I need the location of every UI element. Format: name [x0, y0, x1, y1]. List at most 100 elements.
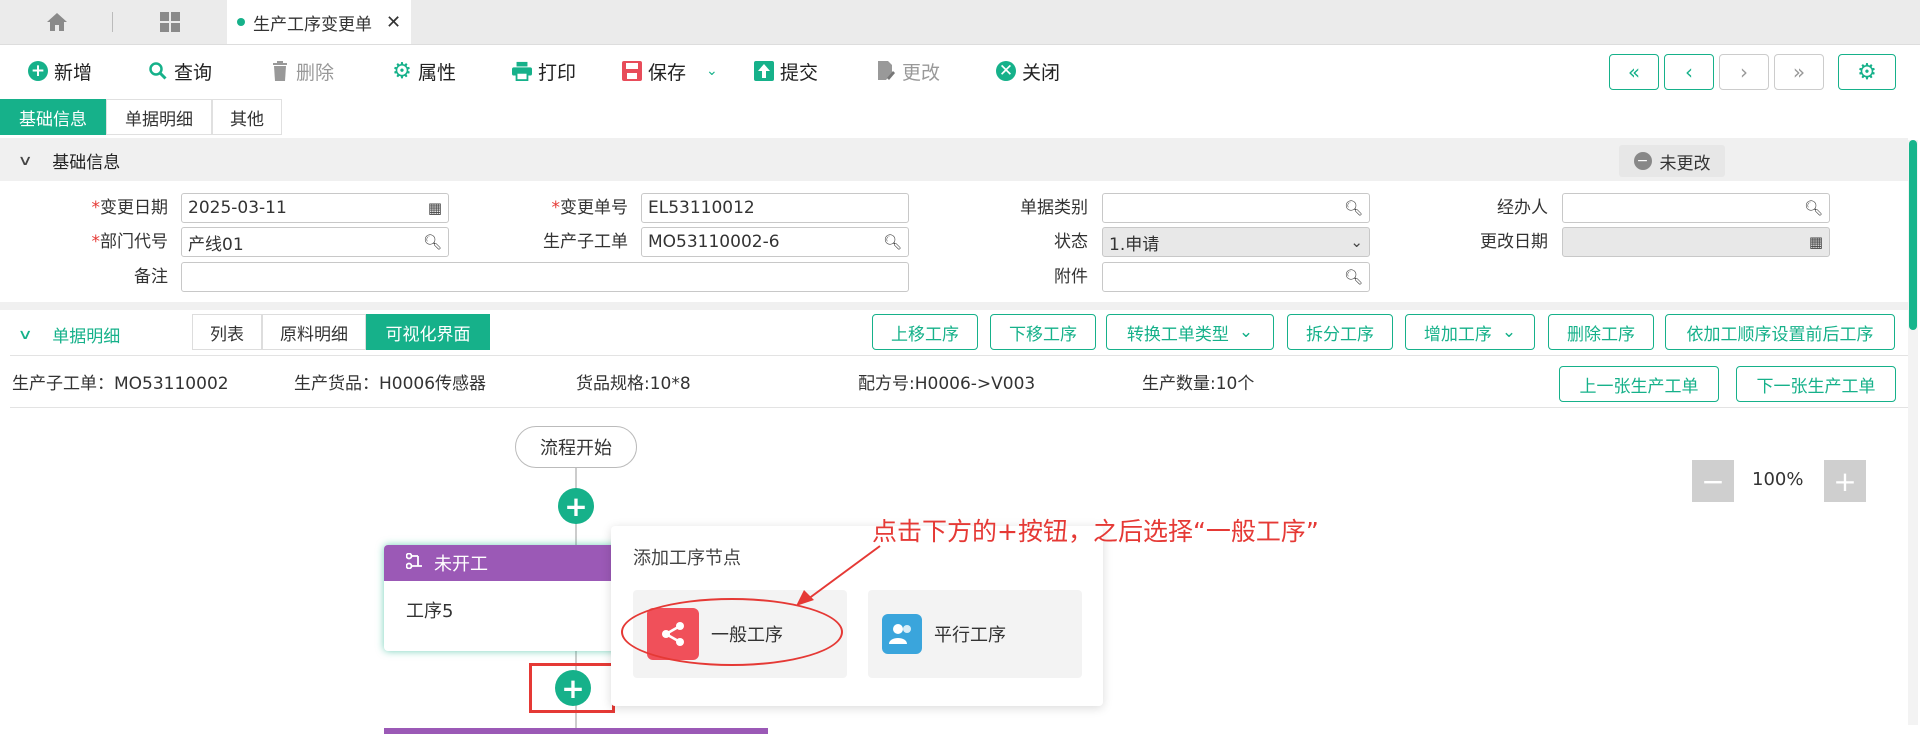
document-tab[interactable]: 生产工序变更单 ✕ — [227, 0, 411, 44]
delete-label: 删除 — [296, 61, 335, 84]
edit-doc-icon — [876, 61, 896, 81]
prev-record-button[interactable]: ‹ — [1664, 54, 1714, 90]
add-node-button-highlighted[interactable]: + — [555, 670, 591, 706]
delete-button[interactable]: 删除 — [270, 58, 334, 84]
change-no-field[interactable]: EL53110012 — [641, 193, 909, 223]
doc-type-field[interactable]: 🔍︎ — [1102, 193, 1370, 223]
zoom-in-button[interactable]: + — [1824, 460, 1866, 502]
next-process-node[interactable] — [384, 728, 768, 734]
dept-value: 产线01 — [188, 234, 244, 255]
change-date-value: 2025-03-11 — [188, 198, 287, 218]
prev-order-button[interactable]: 上一张生产工单 — [1559, 366, 1719, 402]
query-label: 查询 — [174, 61, 213, 84]
modify-button[interactable]: 更改 — [876, 58, 940, 84]
first-record-button[interactable]: « — [1609, 54, 1659, 90]
calendar-icon[interactable]: ▦ — [1809, 233, 1823, 251]
remark-field[interactable] — [181, 262, 909, 292]
last-record-button[interactable]: » — [1774, 54, 1824, 90]
process-node-status: 未开工 — [434, 554, 488, 575]
save-label: 保存 — [648, 61, 687, 84]
users-icon — [882, 614, 922, 654]
chevron-down-icon[interactable]: ∨ — [17, 327, 32, 343]
query-button[interactable]: 查询 — [148, 58, 212, 84]
info-spec: 货品规格:10*8 — [576, 374, 691, 394]
print-button[interactable]: 打印 — [512, 58, 576, 84]
search-icon[interactable]: 🔍︎ — [423, 233, 442, 251]
convert-type-button[interactable]: 转换工单类型 ⌄ — [1106, 314, 1274, 350]
save-icon — [622, 61, 642, 81]
modify-date-label: 更改日期 — [1480, 232, 1548, 252]
basic-info-header[interactable]: ∨ 基础信息 — [17, 148, 120, 174]
info-qty: 生产数量:10个 — [1142, 374, 1255, 394]
plus-circle-icon: + — [28, 61, 48, 81]
search-icon[interactable]: 🔍︎ — [883, 233, 902, 251]
active-dot-icon — [237, 18, 245, 26]
scrollbar-thumb[interactable] — [1909, 140, 1917, 330]
home-icon[interactable] — [42, 8, 72, 36]
flow-start-node[interactable]: 流程开始 — [515, 426, 637, 468]
chevron-down-icon[interactable]: ⌄ — [706, 63, 718, 79]
option-parallel-label: 平行工序 — [934, 625, 1006, 646]
view-tab-materials[interactable]: 原料明细 — [262, 314, 366, 350]
modify-date-field[interactable]: ▦ — [1562, 227, 1830, 257]
move-down-button[interactable]: 下移工序 — [990, 314, 1096, 350]
tab-other[interactable]: 其他 — [212, 99, 282, 135]
printer-icon — [512, 61, 532, 81]
info-product: 生产货品：H0006传感器 — [294, 374, 487, 394]
close-label: 关闭 — [1022, 61, 1061, 84]
handler-field[interactable]: 🔍︎ — [1562, 193, 1830, 223]
upload-icon — [754, 61, 774, 81]
add-node-button[interactable]: + — [558, 488, 594, 524]
property-button[interactable]: ⚙ 属性 — [392, 58, 456, 84]
search-icon[interactable]: 🔍︎ — [1344, 199, 1363, 217]
split-button[interactable]: 拆分工序 — [1287, 314, 1393, 350]
change-no-value: EL53110012 — [648, 198, 755, 218]
search-icon[interactable]: 🔍︎ — [1344, 268, 1363, 286]
dept-label: *部门代号 — [91, 232, 169, 252]
grid-icon[interactable] — [155, 8, 185, 36]
tab-basic-info[interactable]: 基础信息 — [0, 99, 106, 135]
next-record-button[interactable]: › — [1719, 54, 1769, 90]
document-tab-label: 生产工序变更单 — [253, 14, 372, 35]
search-icon[interactable]: 🔍︎ — [1804, 199, 1823, 217]
close-circle-icon: ✕ — [996, 61, 1016, 81]
submit-button[interactable]: 提交 — [754, 58, 818, 84]
close-tab-icon[interactable]: ✕ — [386, 12, 401, 33]
attach-label: 附件 — [1054, 267, 1088, 287]
save-button[interactable]: 保存 ⌄ — [622, 58, 718, 84]
view-tab-visual[interactable]: 可视化界面 — [366, 314, 490, 350]
close-button[interactable]: ✕ 关闭 — [996, 58, 1060, 84]
reorder-button[interactable]: 依加工顺序设置前后工序 — [1665, 314, 1895, 350]
divider — [10, 355, 1908, 356]
submit-label: 提交 — [780, 61, 819, 84]
remove-process-button[interactable]: 删除工序 — [1548, 314, 1654, 350]
dept-field[interactable]: 产线01 🔍︎ — [181, 227, 449, 257]
add-process-button[interactable]: 增加工序 ⌄ — [1405, 314, 1535, 350]
change-date-field[interactable]: 2025-03-11 ▦ — [181, 193, 449, 223]
doc-type-label: 单据类别 — [1020, 198, 1088, 218]
tab-doc-detail[interactable]: 单据明细 — [106, 99, 212, 135]
sub-order-value: MO53110002-6 — [648, 232, 780, 252]
chevron-down-icon[interactable]: ⌄ — [1350, 233, 1363, 251]
workflow-icon — [405, 552, 424, 574]
attach-field[interactable]: 🔍︎ — [1102, 262, 1370, 292]
next-order-button[interactable]: 下一张生产工单 — [1736, 366, 1896, 402]
sub-order-label: 生产子工单 — [543, 232, 628, 252]
remark-label: 备注 — [134, 267, 168, 287]
info-sub-order: 生产子工单：MO53110002 — [12, 374, 229, 394]
calendar-icon[interactable]: ▦ — [428, 199, 442, 217]
trash-icon — [270, 61, 290, 81]
view-tab-list[interactable]: 列表 — [192, 314, 262, 350]
option-parallel-process[interactable]: 平行工序 — [868, 590, 1082, 678]
new-button[interactable]: + 新增 — [28, 58, 92, 84]
print-label: 打印 — [538, 61, 577, 84]
detail-header[interactable]: ∨ 单据明细 — [17, 322, 120, 348]
move-up-button[interactable]: 上移工序 — [872, 314, 978, 350]
state-select[interactable]: 1.申请 ⌄ — [1102, 227, 1370, 257]
sub-order-field[interactable]: MO53110002-6 🔍︎ — [641, 227, 909, 257]
chevron-down-icon[interactable]: ∨ — [17, 153, 32, 169]
zoom-out-button[interactable]: − — [1692, 460, 1734, 502]
tab-divider — [112, 12, 113, 32]
settings-button[interactable]: ⚙ — [1838, 54, 1896, 90]
change-no-label: *变更单号 — [551, 198, 629, 218]
